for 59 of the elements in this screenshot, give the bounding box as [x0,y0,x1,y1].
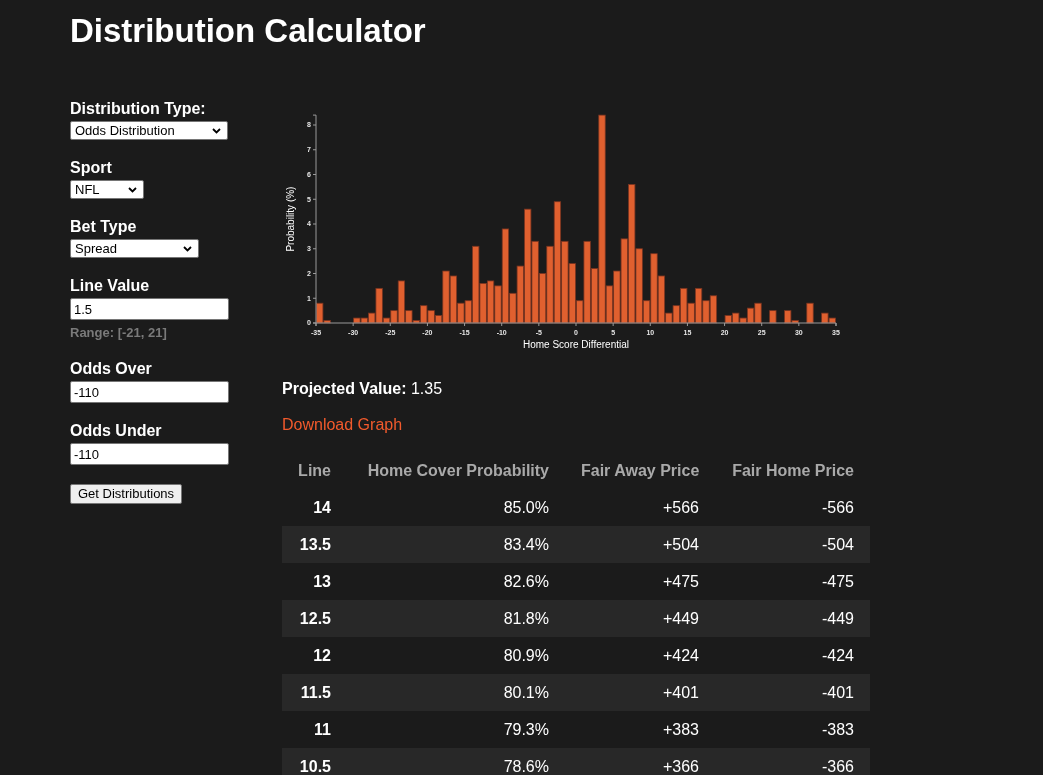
table-cell: +424 [565,637,715,674]
table-cell: -401 [715,674,870,711]
field-label: Sport [70,159,112,177]
chevron-down-icon [128,186,137,193]
dropdown[interactable]: NFL [70,180,144,199]
projected-value-text: Projected Value: 1.35 [282,380,443,398]
field-label: Odds Over [70,360,152,378]
histogram-bar [806,302,814,324]
range-hint: Range: [-21, 21] [70,325,167,341]
table-cell: 11 [282,711,347,748]
table-cell: -449 [715,600,870,637]
table-cell: 85.0% [347,489,565,526]
column-header: Home Cover Probability [366,460,550,481]
table-cell: -383 [715,711,870,748]
table-cell: +366 [565,748,715,775]
table-cell: +401 [565,674,715,711]
field-label: Bet Type [70,218,137,236]
column-header: Line [297,460,332,481]
field-label: Odds Under [70,422,162,440]
table-cell: 14 [282,489,347,526]
table-cell: -366 [715,748,870,775]
table-cell: +383 [565,711,715,748]
dropdown[interactable]: Odds Distribution [70,121,228,140]
field-label: Distribution Type: [70,100,206,118]
text-input[interactable]: -110 [70,443,229,465]
text-input[interactable]: 1.5 [70,298,229,320]
table-cell: 80.1% [347,674,565,711]
chevron-down-icon [183,245,192,252]
table-cell: 78.6% [347,748,565,775]
table-cell: 82.6% [347,563,565,600]
histogram-bar [769,310,777,324]
table-cell: +504 [565,526,715,563]
table-cell: 13 [282,563,347,600]
table-cell: +475 [565,563,715,600]
table-cell: 12 [282,637,347,674]
table-cell: +449 [565,600,715,637]
field-label: Line Value [70,277,150,295]
table-cell: -504 [715,526,870,563]
text-input[interactable]: -110 [70,381,229,403]
get-distributions-button[interactable]: Get Distributions [70,484,183,504]
table-cell: 12.5 [282,600,347,637]
table-cell: 83.4% [347,526,565,563]
download-graph-link[interactable]: Download Graph [282,416,403,434]
table-cell: 81.8% [347,600,565,637]
column-header: Fair Away Price [580,460,701,481]
table-cell: -424 [715,637,870,674]
table-cell: -475 [715,563,870,600]
table-cell: 11.5 [282,674,347,711]
chevron-down-icon [212,127,221,134]
page-title: Distribution Calculator [70,11,426,51]
histogram-bar [709,295,718,324]
table-cell: -566 [715,489,870,526]
dropdown[interactable]: Spread [70,239,199,258]
table-cell: 10.5 [282,748,347,775]
column-header: Fair Home Price [731,460,855,481]
table-cell: 80.9% [347,637,565,674]
table-cell: +566 [565,489,715,526]
table-cell: 13.5 [282,526,347,563]
table-cell: 79.3% [347,711,565,748]
